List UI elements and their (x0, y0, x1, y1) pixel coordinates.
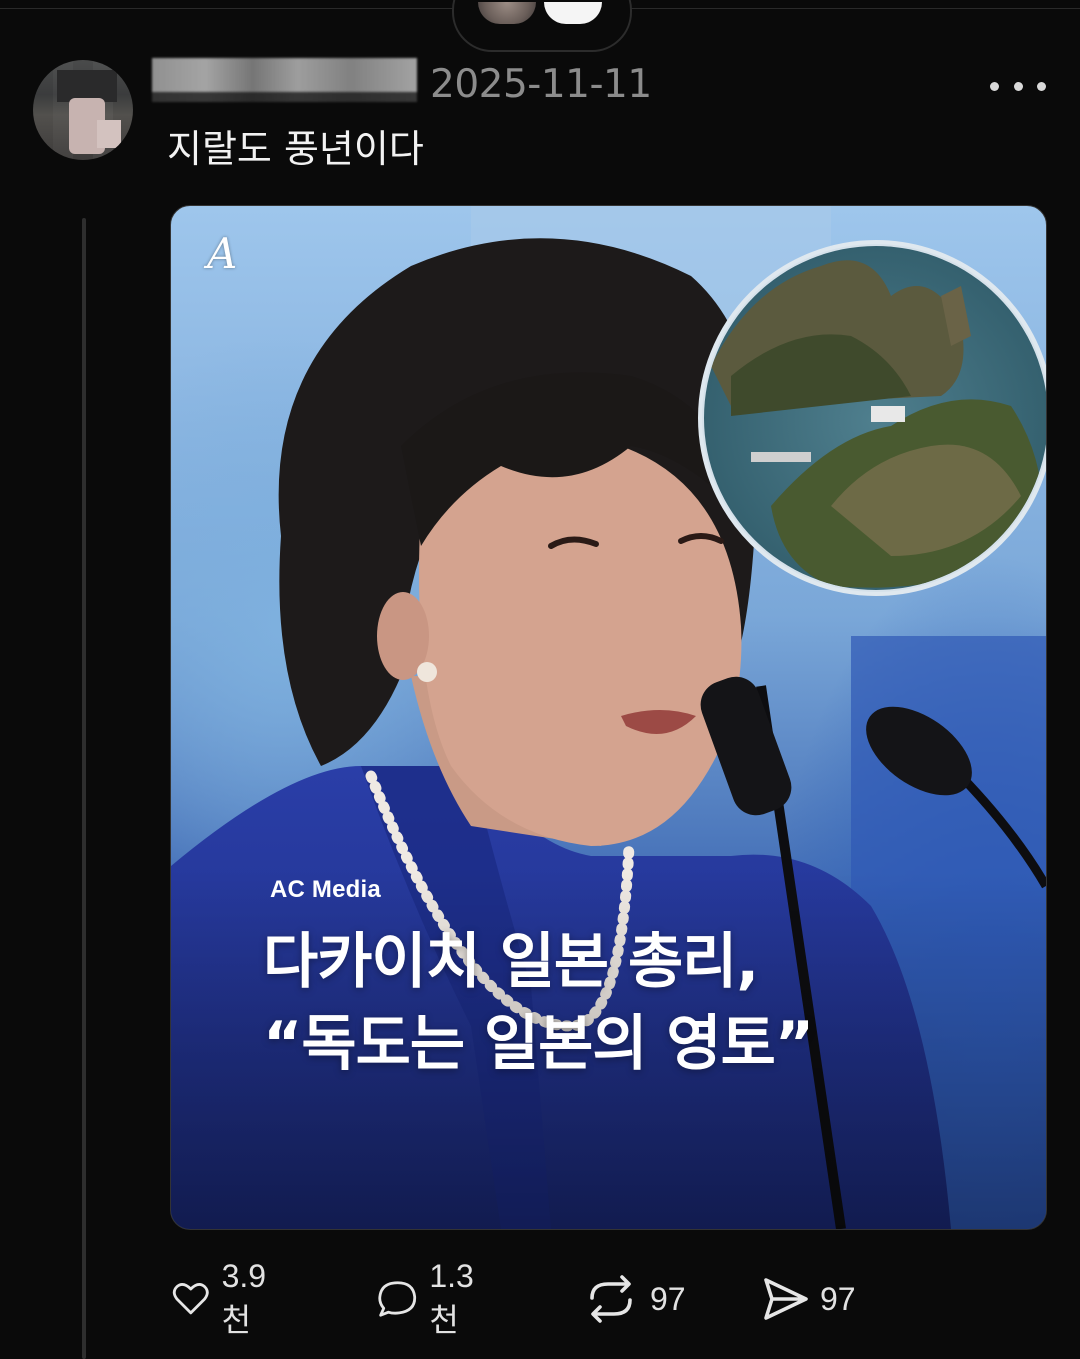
reply-button[interactable]: 1.3천 (376, 1258, 486, 1338)
avatar[interactable] (33, 60, 133, 160)
headline-line: “독도는 일본의 영토” (263, 1009, 814, 1079)
brand-logo: A (207, 229, 238, 278)
more-dots-icon (1013, 81, 1023, 91)
repost-count: 97 (650, 1280, 686, 1317)
avatar-pixel (97, 120, 121, 148)
reply-count: 1.3천 (429, 1257, 474, 1338)
share-button[interactable]: 97 (760, 1272, 856, 1326)
participant-avatar (478, 2, 536, 24)
send-icon (764, 1278, 808, 1320)
like-button[interactable]: 3.9천 (170, 1258, 278, 1338)
username-redacted[interactable] (152, 58, 417, 102)
media-headline: 다카이치 일본 총리, “독도는 일본의 영토” (263, 921, 814, 1085)
headline-line: 다카이치 일본 총리, (263, 927, 759, 997)
speech-bubble-icon (378, 1281, 417, 1317)
media-source-label: AC Media (270, 876, 381, 903)
more-dots-icon (990, 81, 999, 91)
more-dots-icon (1037, 81, 1046, 91)
media-image[interactable]: A AC Media 다카이치 일본 총리, “독도는 일본의 영토” (170, 205, 1047, 1230)
thread-post-screen: 2025-11-11 지랄도 풍년이다 A AC Media 다카이치 일본 총… (0, 0, 1080, 1359)
post-text: 지랄도 풍년이다 (167, 127, 424, 171)
participant-avatars[interactable] (452, 0, 632, 52)
repost-button[interactable]: 97 (582, 1272, 686, 1326)
thread-line (82, 218, 86, 1359)
participant-avatar (544, 2, 602, 24)
repost-icon (590, 1275, 632, 1323)
post-timestamp: 2025-11-11 (430, 62, 652, 107)
like-count: 3.9천 (221, 1257, 267, 1338)
share-count: 97 (820, 1280, 856, 1317)
more-options-button[interactable] (990, 70, 1046, 102)
heart-icon (172, 1283, 209, 1315)
